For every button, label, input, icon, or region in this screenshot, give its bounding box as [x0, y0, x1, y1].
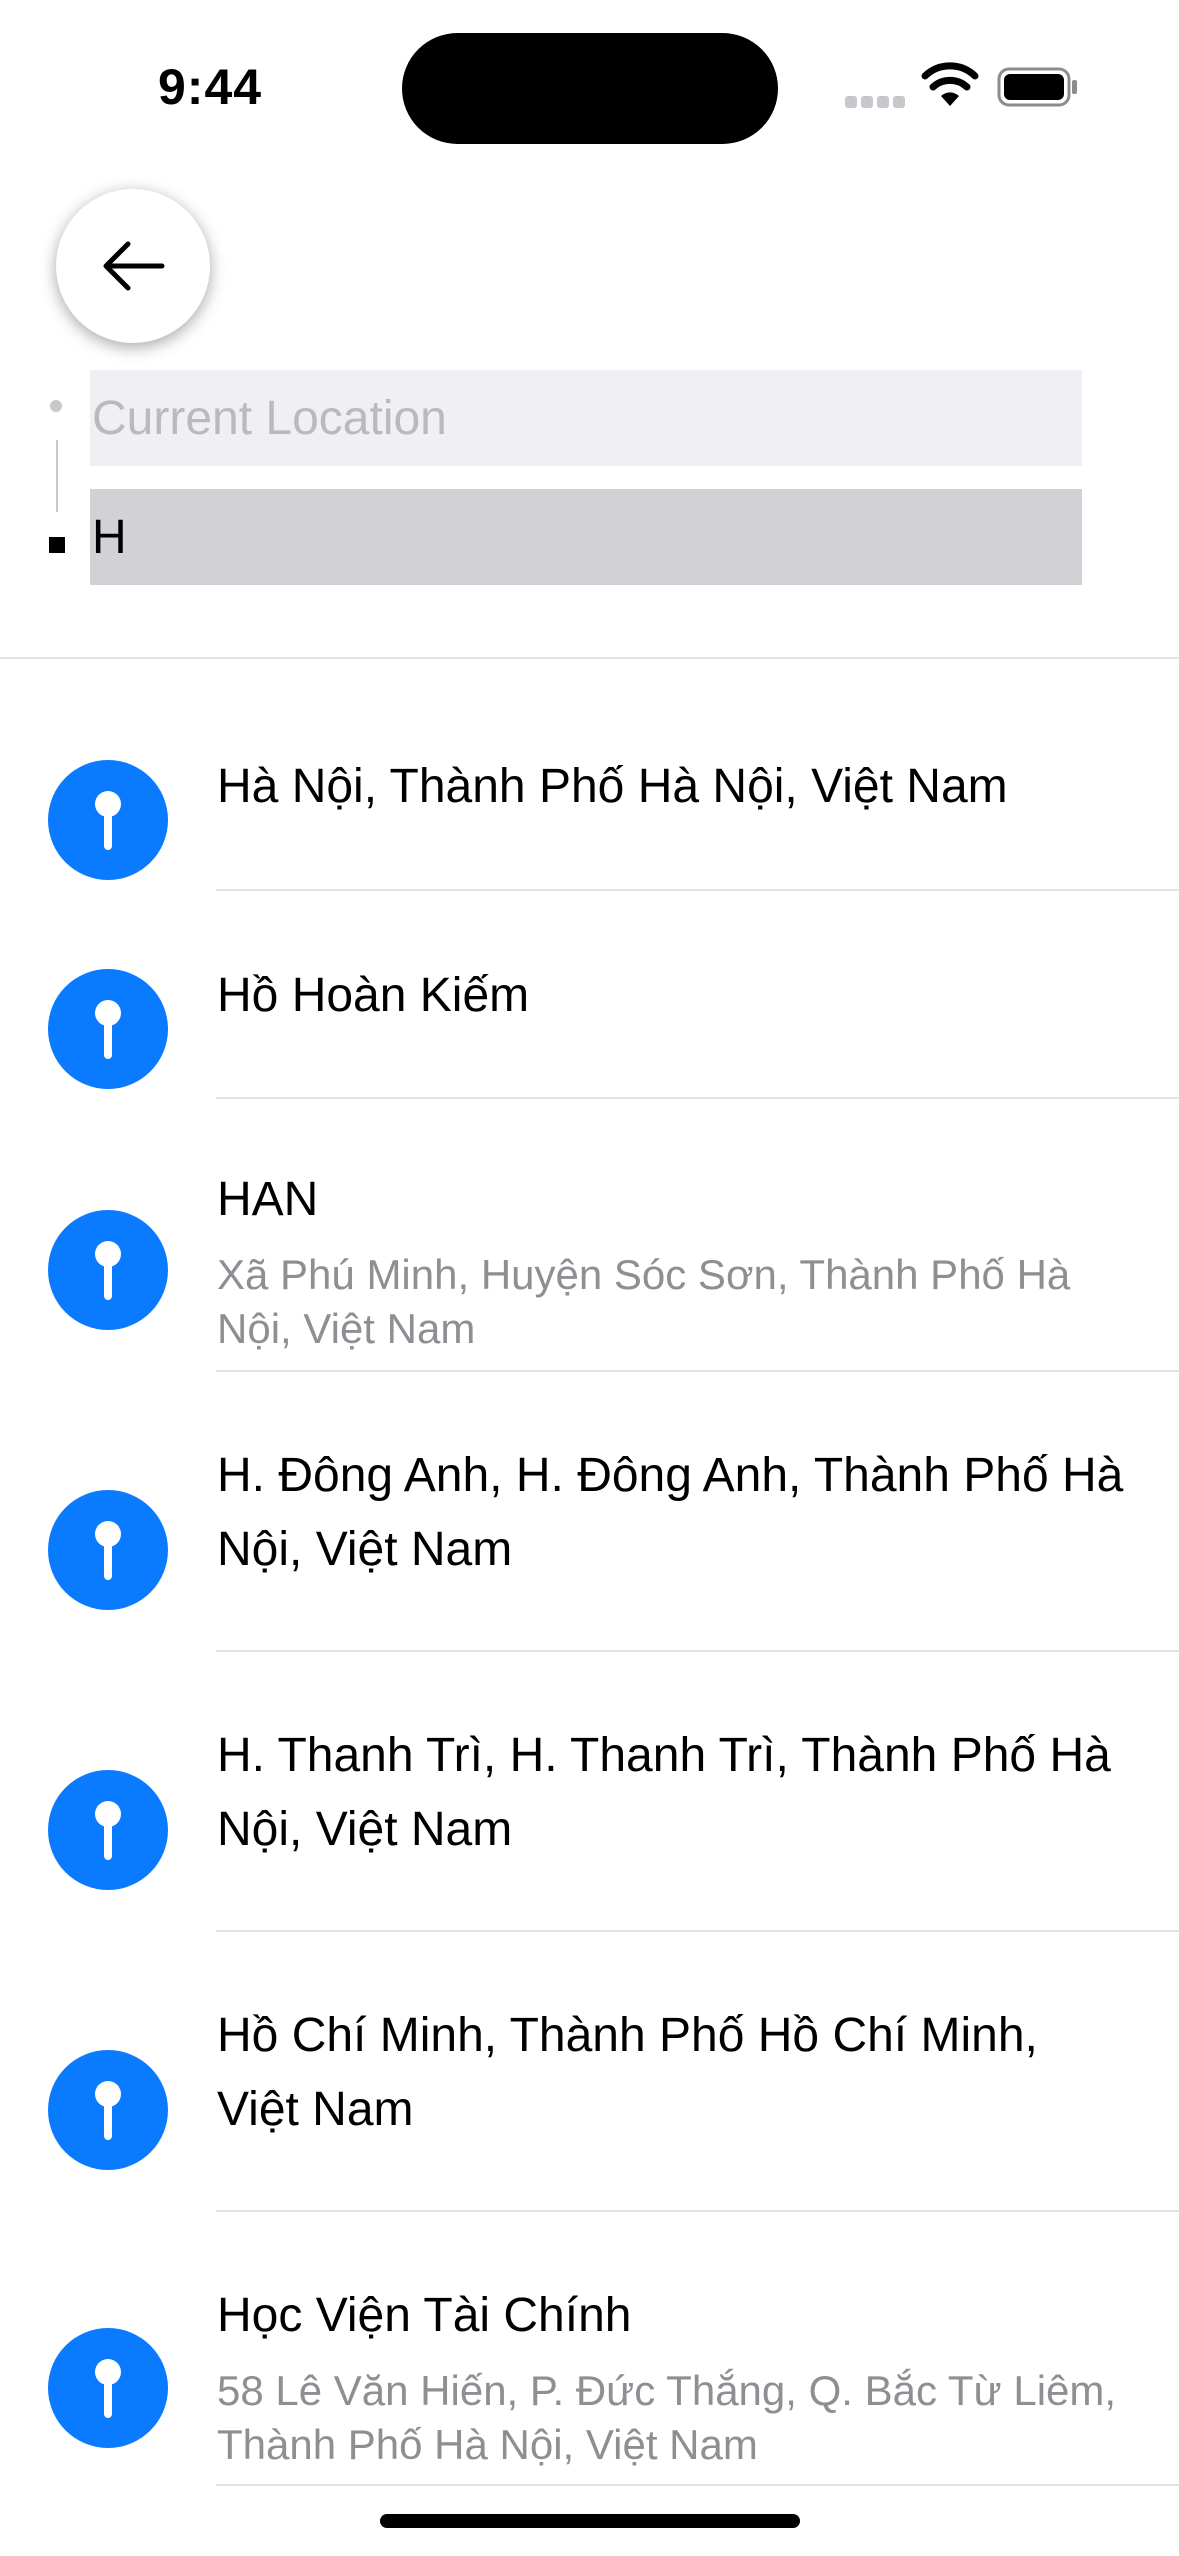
result-title: Hà Nội, Thành Phố Hà Nội, Việt Nam — [217, 760, 1008, 813]
status-time: 9:44 — [158, 59, 263, 115]
list-item[interactable]: HAN Xã Phú Minh, Huyện Sóc Sơn, Thành Ph… — [0, 1099, 1179, 1372]
map-pin-icon — [48, 1490, 168, 1610]
route-connector-line — [56, 440, 58, 512]
map-pin-icon — [48, 2050, 168, 2170]
result-subtitle: 58 Lê Văn Hiến, P. Đức Thắng, Q. Bắc Từ … — [217, 2367, 1117, 2468]
map-pin-icon — [48, 969, 168, 1089]
home-indicator[interactable] — [380, 2514, 800, 2528]
list-item[interactable]: H. Thanh Trì, H. Thanh Trì, Thành Phố Hà… — [0, 1652, 1179, 1932]
map-pin-icon — [48, 2328, 168, 2448]
map-pin-icon — [48, 760, 168, 880]
list-item[interactable]: H. Đông Anh, H. Đông Anh, Thành Phố Hà N… — [0, 1372, 1179, 1652]
origin-input[interactable] — [90, 370, 1082, 466]
list-item[interactable]: Hồ Hoàn Kiếm — [0, 891, 1179, 1099]
map-pin-icon — [48, 1210, 168, 1330]
map-pin-icon — [48, 1770, 168, 1890]
row-separator — [216, 2484, 1179, 2486]
cellular-signal-icon — [845, 96, 905, 108]
result-title: Học Viện Tài Chính — [217, 2289, 632, 2342]
wifi-icon — [921, 62, 979, 106]
back-button[interactable] — [56, 189, 210, 343]
dynamic-island — [402, 33, 778, 144]
result-title: HAN — [217, 1173, 319, 1226]
destination-input[interactable] — [90, 489, 1082, 585]
result-title: H. Đông Anh, H. Đông Anh, Thành Phố Hà N… — [217, 1449, 1124, 1576]
result-title: Hồ Hoàn Kiếm — [217, 969, 530, 1022]
result-title: H. Thanh Trì, H. Thanh Trì, Thành Phố Hà… — [217, 1729, 1111, 1856]
result-title: Hồ Chí Minh, Thành Phố Hồ Chí Minh, Việt… — [217, 2009, 1038, 2136]
list-item[interactable]: Hồ Chí Minh, Thành Phố Hồ Chí Minh, Việt… — [0, 1932, 1179, 2212]
origin-dot-icon — [50, 400, 62, 412]
destination-square-icon — [49, 537, 65, 553]
battery-icon — [997, 67, 1077, 107]
arrow-left-icon — [103, 241, 165, 291]
header-divider — [0, 657, 1179, 659]
list-item[interactable]: Hà Nội, Thành Phố Hà Nội, Việt Nam — [0, 722, 1179, 891]
list-item[interactable]: Học Viện Tài Chính 58 Lê Văn Hiến, P. Đứ… — [0, 2212, 1179, 2486]
result-subtitle: Xã Phú Minh, Huyện Sóc Sơn, Thành Phố Hà… — [217, 1251, 1071, 1352]
